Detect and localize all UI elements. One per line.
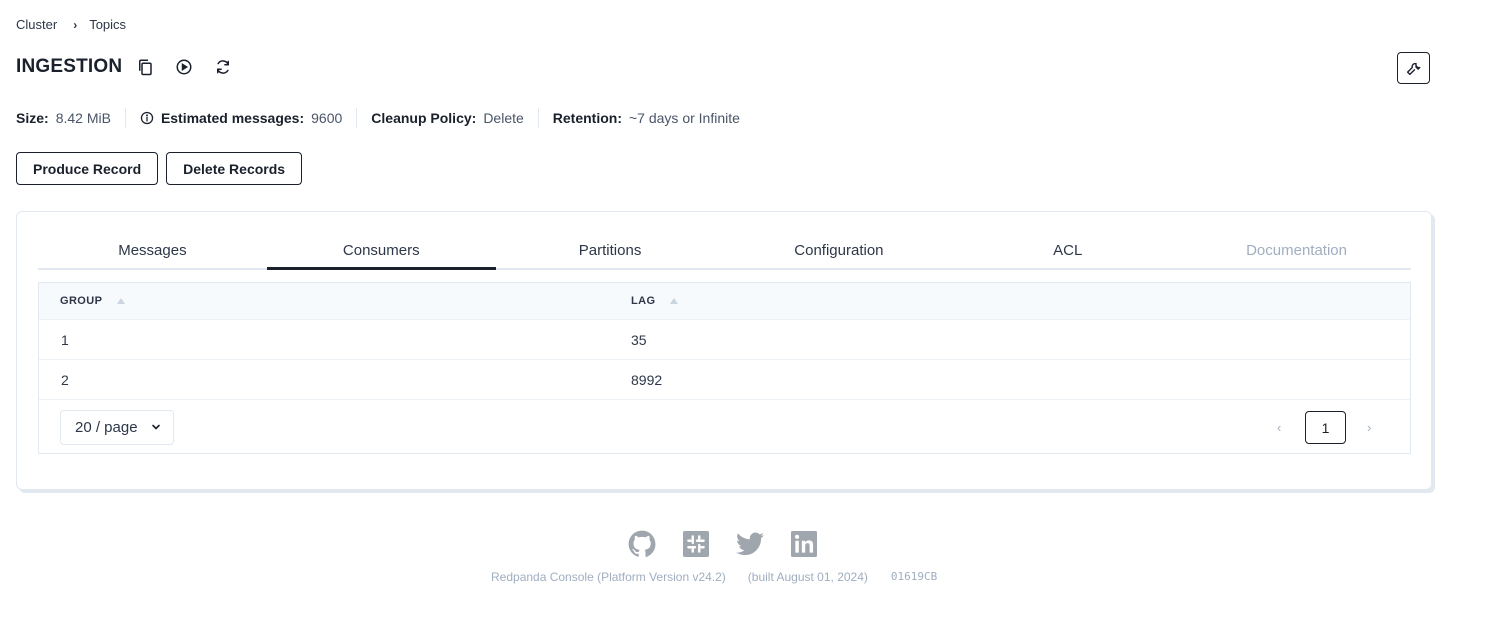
page-size-select[interactable]: 20 / page [60,410,174,445]
cell-group: 1 [61,331,69,348]
page-size-value: 20 / page [75,419,138,436]
pagination-row: 20 / page ‹ 1 › [39,400,1410,457]
tab-acl[interactable]: ACL [953,240,1182,268]
sort-asc-icon [117,298,126,304]
cell-group: 2 [61,371,69,388]
pagination-prev-button[interactable]: ‹ [1277,420,1281,435]
topic-tabs-card: Messages Consumers Partitions Configurat… [16,211,1432,490]
topic-stats: Size: 8.42 MiB Estimated messages: 9600 … [16,108,740,128]
stat-cleanup-label: Cleanup Policy: [371,110,477,126]
refresh-icon[interactable] [212,56,234,78]
copy-icon[interactable] [134,56,156,78]
stat-divider [356,108,358,128]
breadcrumb: Cluster › Topics [16,17,126,32]
wrench-icon [1405,59,1423,77]
slack-icon[interactable] [682,530,710,558]
stat-size: Size: 8.42 MiB [16,110,111,126]
column-header-group[interactable]: GROUP [39,295,610,307]
column-header-lag-label: LAG [631,295,656,307]
tab-configuration[interactable]: Configuration [724,240,953,268]
cell-lag: 8992 [631,371,663,388]
topic-actions: Produce Record Delete Records [16,152,310,185]
table-row[interactable]: 2 8992 [39,360,1410,400]
stat-divider [124,108,126,128]
settings-wrench-button[interactable] [1397,52,1430,84]
stat-cleanup-value: Delete [483,110,524,126]
tab-documentation: Documentation [1246,242,1347,259]
linkedin-icon[interactable] [790,530,818,558]
pagination-current-page[interactable]: 1 [1305,411,1346,444]
stat-estimated-messages: Estimated messages: 9600 [140,110,342,126]
stat-estimated-label: Estimated messages: [160,110,305,126]
stat-retention-label: Retention: [552,110,622,126]
table-row[interactable]: 1 35 [39,320,1410,360]
produce-record-button[interactable]: Produce Record [16,152,159,185]
twitter-icon[interactable] [736,530,764,558]
topic-details-page: Cluster › Topics INGESTION Size: 8.42 Mi… [0,0,1485,619]
stat-retention: Retention: ~7 days or Infinite [553,110,740,126]
breadcrumb-cluster-link[interactable]: Cluster [16,17,57,32]
column-header-group-label: GROUP [60,295,103,307]
delete-records-button[interactable]: Delete Records [166,152,303,185]
column-header-lag[interactable]: LAG [610,295,1410,307]
breadcrumb-topics-link[interactable]: Topics [89,17,126,32]
tab-messages[interactable]: Messages [38,240,267,268]
tab-bar: Messages Consumers Partitions Configurat… [38,240,1411,270]
consumers-table: GROUP LAG 1 35 2 8992 20 / page ‹ 1 › [38,282,1411,454]
stat-size-label: Size: [16,110,49,126]
sort-asc-icon [670,298,679,304]
github-icon[interactable] [628,530,656,558]
info-icon[interactable] [140,111,161,125]
footer-version-info: Redpanda Console (Platform Version v24.2… [491,570,937,584]
stat-estimated-value: 9600 [311,110,343,126]
play-circle-icon[interactable] [173,56,195,78]
footer-commit-hash: 01619CB [890,570,938,583]
social-links [628,530,818,558]
cell-lag: 35 [631,331,647,348]
stat-size-value: 8.42 MiB [55,110,111,126]
breadcrumb-separator: › [73,17,78,32]
tab-consumers[interactable]: Consumers [266,240,496,270]
footer-version: Redpanda Console (Platform Version v24.2… [491,570,726,584]
page-title: INGESTION [16,56,123,77]
table-header: GROUP LAG [39,283,1410,320]
stat-cleanup-policy: Cleanup Policy: Delete [371,110,524,126]
title-row: INGESTION [16,56,251,78]
stat-retention-value: ~7 days or Infinite [629,110,740,126]
footer-built-date: (built August 01, 2024) [747,570,868,584]
tab-partitions[interactable]: Partitions [496,240,725,268]
stat-divider [537,108,539,128]
pagination-next-button[interactable]: › [1367,420,1371,435]
